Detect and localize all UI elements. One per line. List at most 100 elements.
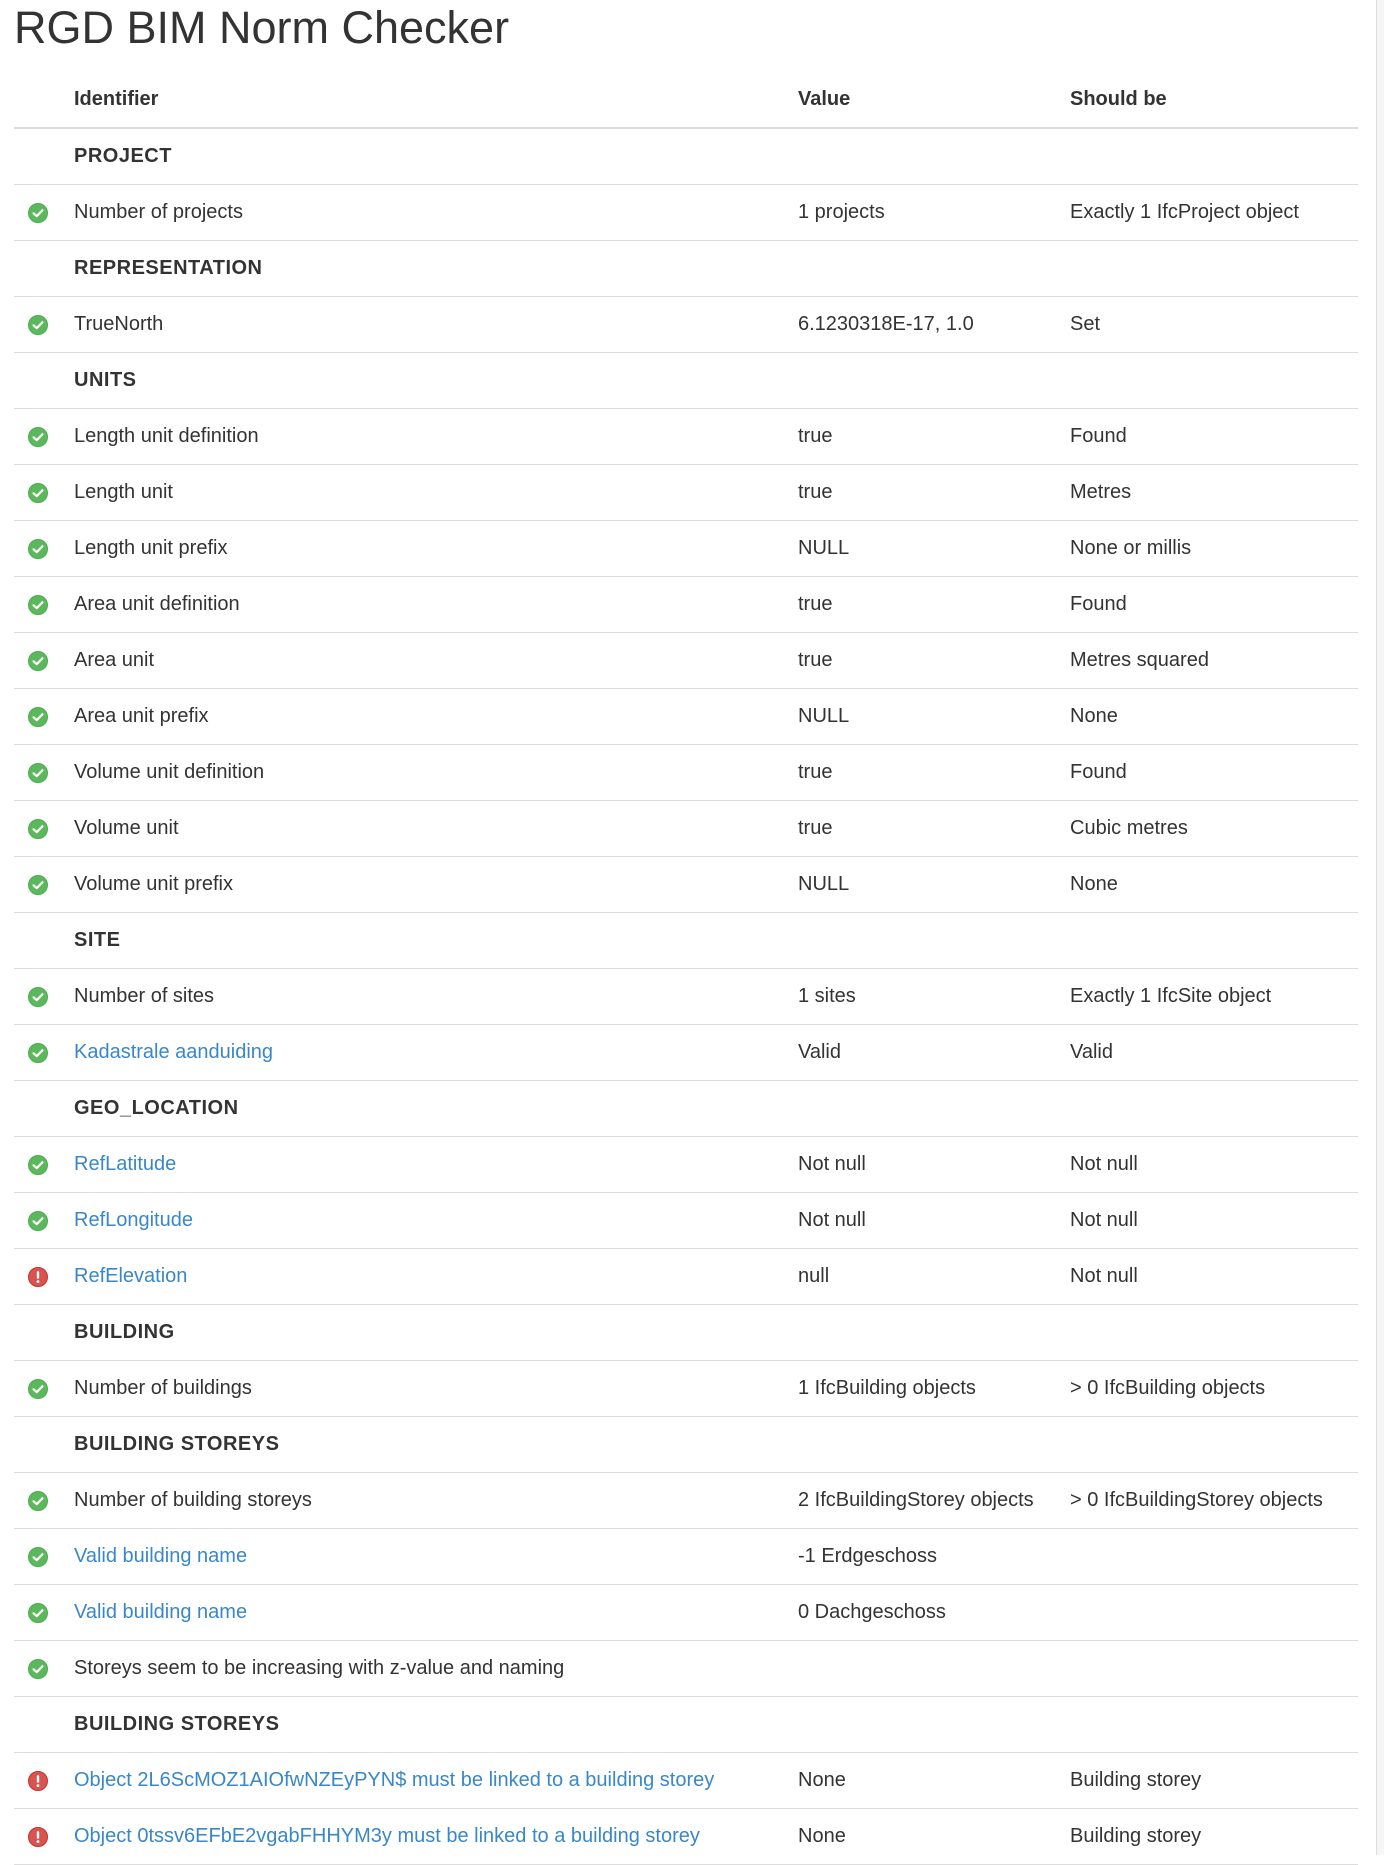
status-cell <box>14 1640 74 1697</box>
identifier-cell: Number of sites <box>74 968 798 1025</box>
table-row: TrueNorth 6.1230318E-17, 1.0 Set <box>14 296 1358 353</box>
should-be-cell: Found <box>1070 576 1358 633</box>
page-title: RGD BIM Norm Checker <box>14 2 510 53</box>
section-row: UNITS <box>14 352 1358 409</box>
check-circle-icon <box>28 1378 48 1399</box>
identifier-cell: Length unit definition <box>74 408 798 465</box>
table-row: Area unit definition true Found <box>14 576 1358 633</box>
should-be-cell: Valid <box>1070 1024 1358 1081</box>
identifier-link[interactable]: Object 2L6ScMOZ1AIOfwNZEyPYN$ must be li… <box>74 1769 714 1791</box>
section-spacer <box>14 240 74 297</box>
check-circle-icon <box>28 1602 48 1623</box>
should-be-cell: Found <box>1070 744 1358 801</box>
status-cell <box>14 1472 74 1529</box>
identifier-text: Length unit <box>74 481 173 503</box>
value-cell: Valid <box>798 1024 1070 1081</box>
identifier-text: Number of projects <box>74 201 243 223</box>
check-circle-icon <box>28 314 48 335</box>
value-cell: true <box>798 800 1070 857</box>
status-cell <box>14 184 74 241</box>
should-be-cell: None or millis <box>1070 520 1358 577</box>
value-cell: true <box>798 408 1070 465</box>
identifier-link[interactable]: Object 0tssv6EFbE2vgabFHHYM3y must be li… <box>74 1825 700 1847</box>
table-row: RefLatitude Not null Not null <box>14 1136 1358 1193</box>
identifier-cell: Area unit <box>74 632 798 689</box>
identifier-text: Length unit definition <box>74 425 259 447</box>
value-cell: true <box>798 744 1070 801</box>
table-row: Volume unit true Cubic metres <box>14 800 1358 857</box>
status-cell <box>14 520 74 577</box>
identifier-cell: Object 2L6ScMOZ1AIOfwNZEyPYN$ must be li… <box>74 1752 798 1809</box>
identifier-link[interactable]: RefLongitude <box>74 1209 193 1231</box>
identifier-text: TrueNorth <box>74 313 164 335</box>
status-cell <box>14 1248 74 1305</box>
identifier-cell: Object 0tssv6EFbE2vgabFHHYM3y must be li… <box>74 1808 798 1865</box>
status-cell <box>14 1136 74 1193</box>
page: RGD BIM Norm Checker Identifier Value Sh… <box>0 0 1384 1865</box>
status-cell <box>14 464 74 521</box>
status-cell <box>14 744 74 801</box>
status-cell <box>14 1024 74 1081</box>
identifier-cell: RefLongitude <box>74 1192 798 1249</box>
check-circle-icon <box>28 426 48 447</box>
scrollbar[interactable] <box>1376 0 1384 1855</box>
identifier-cell: Volume unit definition <box>74 744 798 801</box>
section-spacer <box>14 1304 74 1361</box>
table-row: Valid building name -1 Erdgeschoss <box>14 1528 1358 1585</box>
section-row: PROJECT <box>14 128 1358 185</box>
status-cell <box>14 296 74 353</box>
identifier-text: Volume unit <box>74 817 179 839</box>
table-row: Length unit prefix NULL None or millis <box>14 520 1358 577</box>
check-circle-icon <box>28 482 48 503</box>
status-cell <box>14 1192 74 1249</box>
value-cell: None <box>798 1808 1070 1865</box>
check-circle-icon <box>28 538 48 559</box>
identifier-link[interactable]: Kadastrale aanduiding <box>74 1041 273 1063</box>
should-be-cell: > 0 IfcBuildingStorey objects <box>1070 1472 1358 1529</box>
identifier-link[interactable]: Valid building name <box>74 1601 247 1623</box>
table-row: Volume unit definition true Found <box>14 744 1358 801</box>
should-be-cell: Exactly 1 IfcProject object <box>1070 184 1358 241</box>
table-row: Length unit definition true Found <box>14 408 1358 465</box>
identifier-cell: Number of building storeys <box>74 1472 798 1529</box>
value-cell: 6.1230318E-17, 1.0 <box>798 296 1070 353</box>
identifier-cell: RefElevation <box>74 1248 798 1305</box>
header-value[interactable]: Value <box>798 72 1070 129</box>
table-row: Number of buildings 1 IfcBuilding objects… <box>14 1360 1358 1417</box>
should-be-cell: Cubic metres <box>1070 800 1358 857</box>
identifier-cell: Area unit prefix <box>74 688 798 745</box>
check-circle-icon <box>28 1042 48 1063</box>
identifier-link[interactable]: RefLatitude <box>74 1153 176 1175</box>
should-be-cell: None <box>1070 856 1358 913</box>
should-be-cell: Metres squared <box>1070 632 1358 689</box>
section-row: BUILDING <box>14 1304 1358 1361</box>
status-cell <box>14 968 74 1025</box>
identifier-link[interactable]: Valid building name <box>74 1545 247 1567</box>
table-row: Area unit true Metres squared <box>14 632 1358 689</box>
header-status <box>14 72 74 129</box>
check-circle-icon <box>28 594 48 615</box>
identifier-cell: Number of buildings <box>74 1360 798 1417</box>
status-cell <box>14 1360 74 1417</box>
identifier-link[interactable]: RefElevation <box>74 1265 187 1287</box>
table-row: RefElevation null Not null <box>14 1248 1358 1305</box>
header-should-be[interactable]: Should be <box>1070 72 1358 129</box>
identifier-text: Volume unit prefix <box>74 873 233 895</box>
value-cell <box>798 1640 1070 1697</box>
header-identifier[interactable]: Identifier <box>74 72 798 129</box>
status-cell <box>14 1808 74 1865</box>
error-circle-icon <box>28 1266 48 1287</box>
should-be-cell: Found <box>1070 408 1358 465</box>
section-row: SITE <box>14 912 1358 969</box>
value-cell: 0 Dachgeschoss <box>798 1584 1070 1641</box>
section-spacer <box>14 1416 74 1473</box>
should-be-cell: Not null <box>1070 1248 1358 1305</box>
check-circle-icon <box>28 1210 48 1231</box>
section-row: REPRESENTATION <box>14 240 1358 297</box>
table-row: Object 0tssv6EFbE2vgabFHHYM3y must be li… <box>14 1808 1358 1865</box>
check-circle-icon <box>28 818 48 839</box>
should-be-cell: Metres <box>1070 464 1358 521</box>
status-cell <box>14 688 74 745</box>
table-row: Storeys seem to be increasing with z-val… <box>14 1640 1358 1697</box>
status-cell <box>14 632 74 689</box>
